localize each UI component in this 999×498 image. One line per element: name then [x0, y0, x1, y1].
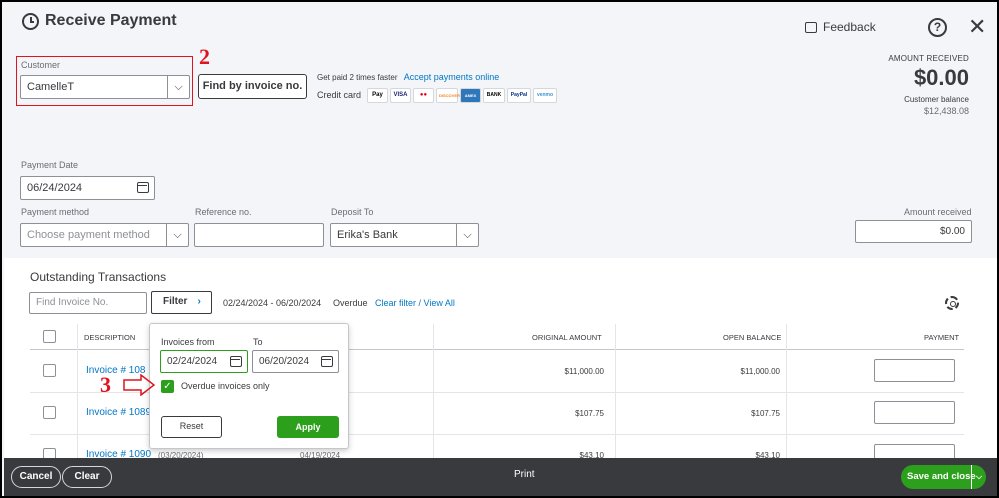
outstanding-title: Outstanding Transactions — [30, 270, 167, 284]
amex-icon: AMEX — [460, 88, 481, 103]
invoices-from-label: Invoices from — [161, 337, 215, 347]
find-by-invoice-button[interactable]: Find by invoice no. — [198, 74, 307, 99]
overdue-only-checkbox[interactable]: ✓ — [161, 380, 174, 393]
original-amount-cell: $11,000.00 — [564, 367, 604, 376]
annotation-number-2: 2 — [199, 44, 210, 69]
to-label: To — [253, 337, 263, 347]
reset-button[interactable]: Reset — [161, 416, 222, 438]
original-amount-cell: $107.75 — [575, 409, 604, 418]
customer-balance-value: $12,438.08 — [923, 106, 969, 116]
payment-method-placeholder: Choose payment method — [27, 229, 150, 241]
amount-received-input[interactable]: $0.00 — [855, 220, 972, 243]
invoice-link[interactable]: Invoice # 1089 — [86, 407, 151, 418]
payment-date-field[interactable]: 06/24/2024 — [20, 176, 155, 200]
amount-received-label: AMOUNT RECEIVED — [888, 54, 969, 63]
column-divider — [77, 324, 78, 458]
amount-received-summary: AMOUNT RECEIVED $0.00 Customer balance $… — [888, 54, 969, 116]
chevron-down-icon[interactable]: ⌵ — [166, 224, 188, 246]
save-and-close-button[interactable]: Save and close ⌵ — [901, 465, 986, 489]
chevron-down-icon[interactable]: ⌵ — [456, 224, 478, 246]
save-and-close-label: Save and close — [907, 471, 976, 482]
clear-filter-link[interactable]: Clear filter / View All — [375, 298, 455, 308]
column-divider — [433, 324, 434, 458]
accept-payments-link[interactable]: Accept payments online — [404, 72, 500, 82]
select-all-checkbox[interactable] — [43, 330, 56, 343]
get-paid-text: Get paid 2 times faster — [317, 73, 398, 82]
filter-button[interactable]: Filter › — [151, 291, 212, 314]
invoices-from-date[interactable]: 02/24/2024 — [160, 350, 248, 373]
invoices-to-date[interactable]: 06/20/2024 — [252, 350, 339, 373]
annotation-arrow-icon — [123, 374, 155, 396]
open-balance-cell: $107.75 — [751, 409, 780, 418]
column-open-balance[interactable]: OPEN BALANCE — [723, 333, 781, 342]
venmo-icon: venmo — [533, 88, 557, 103]
customer-balance-label: Customer balance — [904, 95, 969, 104]
clear-button[interactable]: Clear — [62, 466, 112, 488]
feedback-label: Feedback — [823, 20, 876, 34]
applepay-icon: Pay — [367, 88, 388, 103]
gear-icon[interactable] — [945, 296, 959, 310]
deposit-to-select[interactable]: Erika's Bank ⌵ — [330, 223, 479, 247]
deposit-to-label: Deposit To — [331, 207, 374, 217]
filter-overdue-text: Overdue — [333, 298, 368, 308]
column-divider — [786, 324, 787, 458]
close-icon[interactable]: ✕ — [968, 16, 986, 38]
feedback-button[interactable]: Feedback — [805, 20, 876, 34]
calendar-icon[interactable] — [137, 182, 149, 193]
overdue-only-label[interactable]: Overdue invoices only — [181, 381, 270, 391]
chevron-down-icon[interactable]: ⌵ — [167, 76, 189, 98]
row-checkbox[interactable] — [43, 364, 56, 377]
chevron-right-icon: › — [197, 296, 201, 307]
payment-date-value: 06/24/2024 — [27, 182, 83, 194]
invoices-to-value: 06/20/2024 — [259, 356, 310, 367]
print-button[interactable]: Print — [514, 469, 535, 480]
column-divider — [615, 324, 616, 458]
column-description[interactable]: DESCRIPTION — [84, 333, 135, 342]
calendar-icon[interactable] — [230, 356, 242, 367]
annotation-number-3: 3 — [100, 372, 111, 397]
customer-label: Customer — [21, 60, 61, 70]
find-invoice-input[interactable]: Find Invoice No. — [29, 292, 147, 314]
mastercard-icon: ●● — [413, 88, 434, 103]
receive-payment-window: Receive Payment Feedback ? ✕ 2 Customer … — [0, 0, 999, 498]
page-title-text: Receive Payment — [45, 12, 177, 29]
payment-input[interactable] — [874, 401, 955, 424]
payment-date-label: Payment Date — [21, 160, 79, 170]
discover-icon: DISCOVER — [436, 88, 460, 103]
amount-received-value: $0.00 — [913, 65, 969, 90]
footer-bar: Cancel Clear Print Save and close ⌵ — [4, 458, 997, 496]
visa-icon: VISA — [390, 88, 411, 103]
credit-card-label: Credit card — [317, 90, 362, 100]
form-header-area — [4, 4, 997, 258]
invoices-from-value: 02/24/2024 — [167, 356, 218, 367]
filter-popover: Invoices from To 02/24/2024 06/20/2024 ✓… — [149, 323, 349, 449]
row-checkbox[interactable] — [43, 406, 56, 419]
customer-select[interactable]: CamelleT ⌵ — [20, 75, 190, 99]
filter-range-text: 02/24/2024 - 06/20/2024 — [223, 298, 322, 308]
payment-input[interactable] — [874, 359, 955, 382]
history-icon[interactable] — [22, 12, 39, 30]
feedback-icon — [805, 21, 817, 33]
promo-text: Get paid 2 times faster Accept payments … — [317, 72, 499, 82]
help-icon[interactable]: ? — [928, 18, 947, 37]
apply-button[interactable]: Apply — [277, 416, 339, 438]
calendar-icon[interactable] — [321, 356, 333, 367]
cancel-button[interactable]: Cancel — [11, 466, 61, 488]
page-title: Receive Payment — [22, 12, 177, 30]
customer-value: CamelleT — [27, 81, 75, 93]
reference-label: Reference no. — [195, 207, 252, 217]
card-logos: Pay VISA ●● DISCOVER AMEX BANK PayPal ve… — [367, 88, 557, 103]
payment-method-select[interactable]: Choose payment method ⌵ — [20, 223, 189, 247]
payment-method-label: Payment method — [21, 207, 90, 217]
column-original-amount[interactable]: ORIGINAL AMOUNT — [532, 333, 602, 342]
open-balance-cell: $11,000.00 — [740, 367, 780, 376]
chevron-down-icon[interactable]: ⌵ — [971, 465, 986, 489]
paypal-icon: PayPal — [507, 88, 531, 103]
deposit-to-value: Erika's Bank — [337, 229, 398, 241]
filter-label: Filter — [163, 296, 188, 307]
bank-icon: BANK — [483, 88, 505, 103]
reference-input[interactable] — [194, 223, 324, 247]
column-payment[interactable]: PAYMENT — [924, 333, 959, 342]
amount-received-field-label: Amount received — [904, 207, 972, 217]
